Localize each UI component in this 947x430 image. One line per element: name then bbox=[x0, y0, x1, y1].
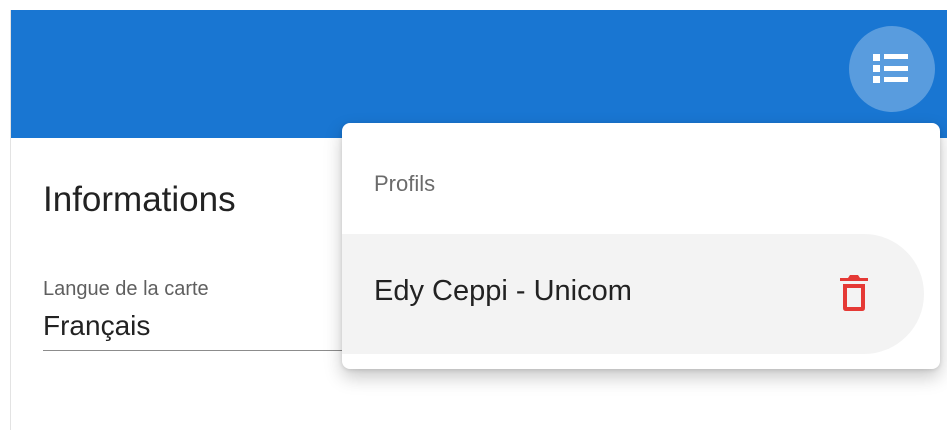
profiles-menu-header: Profils bbox=[374, 171, 436, 196]
map-language-label: Langue de la carte bbox=[43, 278, 209, 300]
top-app-bar bbox=[11, 10, 947, 138]
delete-profile-button[interactable] bbox=[828, 267, 880, 319]
profiles-menu-button[interactable] bbox=[849, 26, 935, 112]
list-icon bbox=[873, 54, 908, 83]
profile-item[interactable]: Edy Ceppi - Unicom bbox=[342, 234, 924, 354]
map-language-select[interactable]: Français bbox=[43, 308, 363, 351]
profile-item-label: Edy Ceppi - Unicom bbox=[374, 275, 632, 307]
profiles-dropdown-menu: Profils Edy Ceppi - Unicom bbox=[342, 123, 940, 369]
section-title: Informations bbox=[43, 180, 236, 219]
trash-icon bbox=[840, 275, 868, 311]
